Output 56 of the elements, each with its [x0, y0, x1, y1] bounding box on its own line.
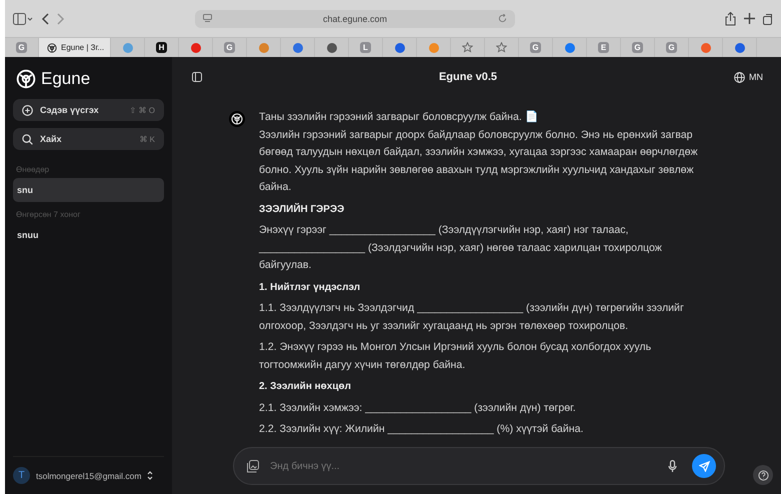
favicon-icon: G	[530, 42, 541, 53]
language-button[interactable]: MN	[734, 72, 763, 82]
shortcut-hint: ⇧ ⌘ O	[129, 106, 155, 114]
user-avatar[interactable]: T	[13, 467, 30, 484]
plus-circle-icon	[22, 104, 33, 116]
message-field[interactable]: Энд бичнэ үү...	[233, 447, 725, 485]
message-paragraph: Таны зээлийн гэрээний загварыг боловсруулж байна. 📄	[259, 110, 539, 125]
favicon-icon: G	[224, 42, 235, 53]
reload-icon[interactable]	[498, 14, 507, 23]
section-label: Өнөөдөр	[16, 165, 50, 174]
message-heading: 2. Зээлийн нөхцөл	[259, 380, 352, 394]
forward-icon[interactable]	[57, 12, 65, 24]
send-button[interactable]	[692, 454, 716, 478]
plus-icon[interactable]	[744, 13, 755, 24]
favicon-icon: G	[16, 42, 27, 53]
attach-image-icon[interactable]	[246, 460, 259, 472]
microphone-icon[interactable]	[668, 460, 677, 472]
message-input[interactable]: Энд бичнэ үү...	[268, 460, 659, 472]
message-paragraph: Зээлийн гэрээний загварыг доорх байдлаар боловсруулж болно. Энэ нь ерөнхий загвар бөгөөд талуудын нөхцөл байдал, зээлийн хэмжээ, хугацаа зэргээс хамааран өөрчлөгдөж болно. Хууль зүйн нарийн зөвлөгөө авахын тулд мэргэжлийн хуульчид хандахыг зөвлөж байна.	[259, 128, 699, 195]
tab-title: Egune | Зг...	[61, 43, 104, 52]
help-icon	[758, 470, 768, 480]
egune-logo-icon	[16, 69, 36, 89]
back-icon[interactable]	[41, 12, 49, 24]
app-title: Egune v0.5	[438, 71, 498, 83]
share-icon[interactable]	[725, 12, 736, 26]
favicon-icon: E	[598, 42, 609, 53]
message-paragraph: 1.1. Зээлдүүлэгч нь Зээлдэгчид __________________ (зээлийн дүн) төгрөгийн зээлийг олгохоор, Зээлдэгч нь уг зээлийг хугацаанд нь эргэн төлөхөөр тохиролцов.	[259, 301, 685, 334]
favicon-icon: H	[156, 42, 167, 53]
user-email: tsolmongerel15@gmail.com	[36, 470, 142, 480]
browser-tab[interactable]: Egune | Зг...	[39, 38, 111, 57]
page-icon	[203, 14, 212, 23]
favicon-icon: L	[360, 42, 371, 53]
address-bar[interactable]: chat.egune.com	[195, 10, 515, 28]
shortcut-hint: ⌘ K	[139, 134, 155, 144]
conversation-item[interactable]: snuu	[13, 223, 164, 247]
message-paragraph: 2.2. Зээлийн хүү: Жилийн __________________ (%) хүүтэй байна.	[259, 422, 584, 437]
brand-name: Egune	[41, 69, 90, 89]
favicon-icon: G	[632, 42, 643, 53]
message-paragraph: 1.2. Энэхүү гэрээ нь Монгол Улсын Иргэний хууль болон бусад холбогдох хууль тогтоомжийн дагуу хүчин төгөлдөр байна.	[259, 340, 652, 372]
tabs-overview-icon[interactable]	[763, 12, 773, 24]
message-heading: 1. Нийтлэг үндэслэл	[259, 280, 362, 294]
url-text: chat.egune.com	[322, 14, 388, 24]
search-button[interactable]: Хайх ⌘ K	[13, 128, 164, 150]
message-heading: ЗЭЭЛИЙН ГЭРЭЭ	[259, 202, 346, 216]
send-icon	[698, 460, 710, 472]
message-paragraph: 2.1. Зээлийн хэмжээ: __________________ (зээлийн дүн) төгрөг.	[259, 400, 577, 416]
help-button[interactable]	[753, 465, 773, 485]
sidebar-toggle-icon[interactable]	[13, 12, 33, 24]
favicon-icon: G	[666, 42, 677, 53]
panel-toggle-icon[interactable]	[192, 72, 202, 82]
section-label: Өнгөрсөн 7 хоног	[16, 210, 82, 219]
search-icon	[22, 134, 33, 144]
chevron-up-down-icon[interactable]	[147, 471, 154, 480]
conversation-item[interactable]: snu	[13, 178, 164, 202]
new-topic-button[interactable]: Сэдэв үүсгэх ⇧ ⌘ O	[13, 99, 164, 121]
message-paragraph: Энэхүү гэрээг __________________ (Зээлдүүлэгчийн нэр, хаяг) нэг талаас, __________________ (Зээлдэгчийн нэр, хаяг) нөгөө талаас харилцан тохиролцож байгуулав.	[259, 223, 663, 273]
